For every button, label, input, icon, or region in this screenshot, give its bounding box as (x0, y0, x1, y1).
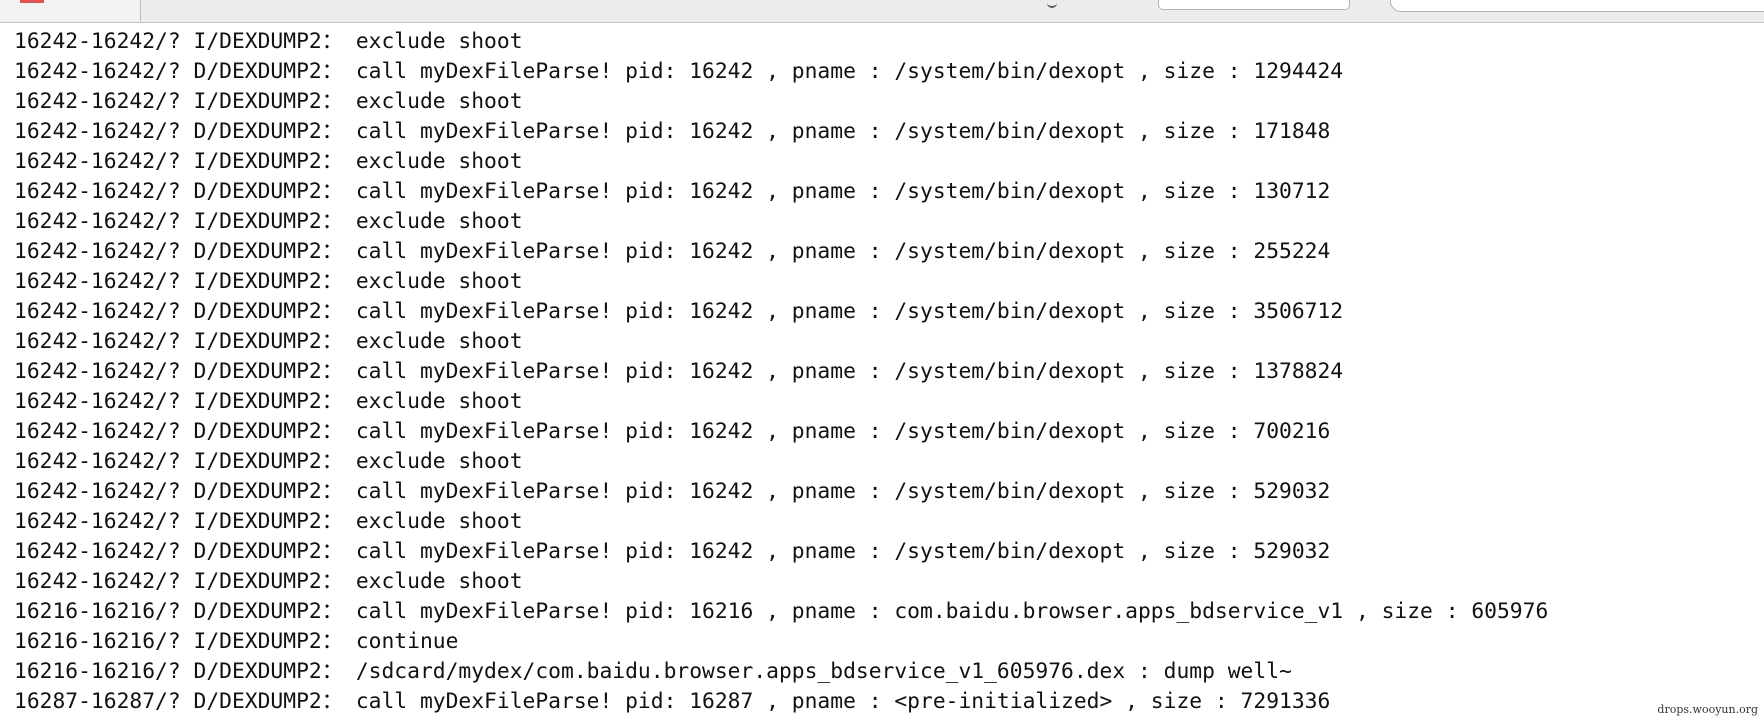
log-line: 16242-16242/? D/DEXDUMP2： call myDexFile… (14, 239, 1331, 264)
log-line: 16242-16242/? D/DEXDUMP2： call myDexFile… (14, 179, 1331, 204)
log-line: 16242-16242/? I/DEXDUMP2： exclude shoot (14, 29, 523, 54)
log-line: 16216-16216/? D/DEXDUMP2： /sdcard/mydex/… (14, 659, 1292, 684)
log-line: 16242-16242/? D/DEXDUMP2： call myDexFile… (14, 299, 1344, 324)
log-output[interactable]: 16242-16242/? I/DEXDUMP2： exclude shoot … (0, 27, 1764, 724)
log-line: 16242-16242/? I/DEXDUMP2： exclude shoot (14, 389, 523, 414)
log-line: 16242-16242/? I/DEXDUMP2： exclude shoot (14, 269, 523, 294)
filter-dropdown[interactable] (1158, 0, 1350, 10)
log-line: 16216-16216/? D/DEXDUMP2： call myDexFile… (14, 599, 1549, 624)
log-line: 16242-16242/? I/DEXDUMP2： exclude shoot (14, 509, 523, 534)
log-line: 16242-16242/? D/DEXDUMP2： call myDexFile… (14, 59, 1344, 84)
log-line: 16242-16242/? I/DEXDUMP2： exclude shoot (14, 329, 523, 354)
log-line: 16242-16242/? D/DEXDUMP2： call myDexFile… (14, 359, 1344, 384)
close-icon[interactable] (20, 0, 44, 3)
search-input[interactable] (1390, 0, 1764, 12)
watermark: drops.wooyun.org (1655, 703, 1760, 716)
log-line: 16242-16242/? I/DEXDUMP2： exclude shoot (14, 569, 523, 594)
window-toolbar (0, 0, 1764, 23)
log-line: 16242-16242/? I/DEXDUMP2： exclude shoot (14, 449, 523, 474)
log-line: 16242-16242/? D/DEXDUMP2： call myDexFile… (14, 119, 1331, 144)
log-line: 16242-16242/? I/DEXDUMP2： exclude shoot (14, 209, 523, 234)
log-line: 16242-16242/? I/DEXDUMP2： exclude shoot (14, 89, 523, 114)
log-line: 16242-16242/? I/DEXDUMP2： exclude shoot (14, 149, 523, 174)
log-line: 16242-16242/? D/DEXDUMP2： call myDexFile… (14, 419, 1331, 444)
log-line: 16216-16216/? I/DEXDUMP2： continue (14, 629, 459, 654)
log-line: 16287-16287/? D/DEXDUMP2： call myDexFile… (14, 689, 1331, 714)
toolbar-tab[interactable] (0, 0, 141, 21)
toolbar-glyph-icon (1047, 0, 1057, 8)
log-line: 16242-16242/? D/DEXDUMP2： call myDexFile… (14, 479, 1331, 504)
log-line: 16242-16242/? D/DEXDUMP2： call myDexFile… (14, 539, 1331, 564)
